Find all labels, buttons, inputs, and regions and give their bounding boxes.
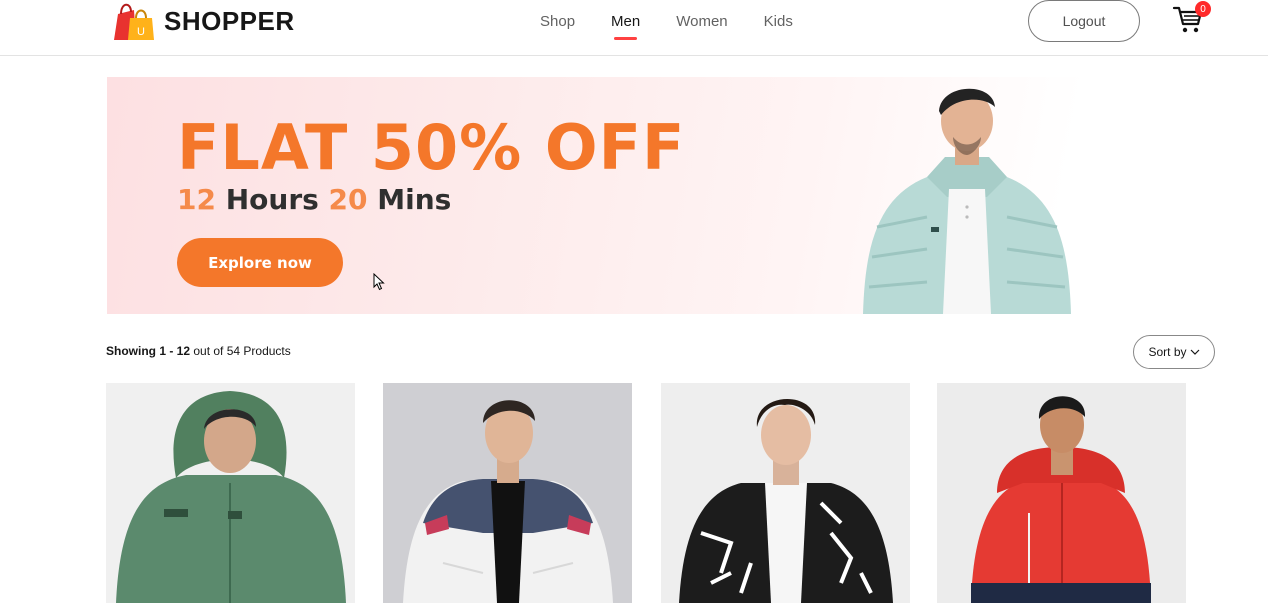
nav-kids-label: Kids (763, 12, 793, 30)
brand-name: SHOPPER (164, 5, 295, 36)
shopping-bag-logo-icon: U (112, 0, 156, 42)
countdown-hours-label: Hours (225, 183, 319, 216)
sort-label: Sort by (1148, 345, 1187, 359)
countdown-hours-value: 12 (177, 183, 216, 216)
sort-dropdown[interactable]: Sort by (1133, 335, 1215, 369)
explore-now-button[interactable]: Explore now (177, 238, 343, 287)
results-range: Showing 1 - 12 (106, 344, 191, 358)
banner-countdown: 12 Hours 20 Mins (177, 183, 451, 216)
navbar: U SHOPPER Shop Men Women Kids Logout 0 (0, 0, 1268, 56)
nav-men-label: Men (611, 12, 641, 30)
nav-women[interactable]: Women (676, 13, 727, 30)
countdown-mins-value: 20 (328, 183, 368, 216)
logout-button[interactable]: Logout (1028, 0, 1140, 42)
nav-shop-label: Shop (540, 12, 576, 30)
nav-shop[interactable]: Shop (540, 13, 575, 30)
results-count: Showing 1 - 12 out of 54 Products (106, 344, 291, 358)
product-image (661, 383, 910, 603)
product-card-green-zip-hoodie[interactable] (106, 383, 355, 603)
chevron-down-icon (1190, 345, 1200, 359)
product-card-black-white-print-jacket[interactable] (661, 383, 910, 603)
banner-headline: FLAT 50% OFF (177, 111, 686, 184)
product-image (937, 383, 1186, 603)
nav-kids[interactable]: Kids (764, 13, 793, 30)
main-nav: Shop Men Women Kids (540, 0, 829, 42)
product-card-red-urban-active-jacket[interactable] (937, 383, 1186, 603)
promo-banner: FLAT 50% OFF 12 Hours 20 Mins Explore no… (107, 77, 1217, 314)
product-image (383, 383, 632, 603)
countdown-mins-label: Mins (377, 183, 452, 216)
banner-model-image (857, 77, 1077, 314)
cart-count-badge: 0 (1195, 1, 1211, 17)
logo-badge-letter: U (137, 26, 145, 38)
brand-logo[interactable]: U SHOPPER (112, 0, 295, 42)
product-card-colorblock-puffer-jacket[interactable] (383, 383, 632, 603)
results-total: out of 54 Products (193, 344, 291, 358)
product-image (106, 383, 355, 603)
nav-women-label: Women (676, 12, 728, 30)
nav-active-underline (614, 36, 638, 40)
mouse-cursor-icon (373, 272, 385, 291)
nav-men[interactable]: Men (611, 12, 641, 40)
